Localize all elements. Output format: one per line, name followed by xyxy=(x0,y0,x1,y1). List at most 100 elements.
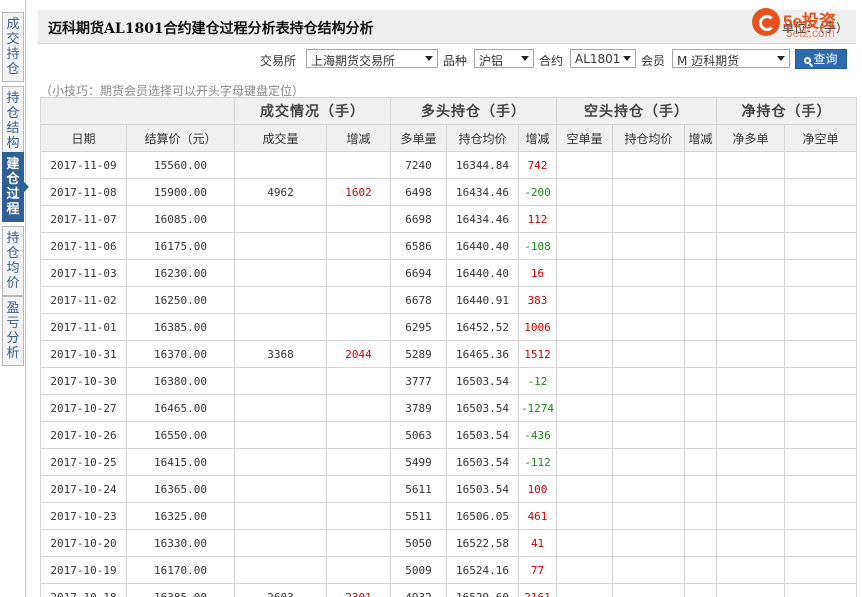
tab-trade-position[interactable]: 成交持仓 xyxy=(2,12,24,82)
cell-short-avg xyxy=(612,556,686,584)
cell-long-change: 461 xyxy=(517,502,558,530)
query-button[interactable]: 查询 xyxy=(795,49,847,69)
cell-settle-price: 15900.00 xyxy=(126,178,235,206)
col-header-long-avg: 持仓均价 xyxy=(446,124,519,152)
tab-position-structure[interactable]: 持仓结构 xyxy=(2,86,24,156)
cell-net-long xyxy=(716,340,786,368)
cell-volume xyxy=(234,448,327,476)
cell-short-change xyxy=(684,475,718,503)
cell-short-avg xyxy=(612,421,686,449)
col-header-short-qty: 空单量 xyxy=(556,124,614,152)
product-select[interactable]: 沪铝 xyxy=(474,49,534,68)
brand-logo[interactable]: 5e投资 5etz.com xyxy=(752,4,856,44)
cell-net-long xyxy=(716,502,786,530)
cell-long-change: -200 xyxy=(517,178,558,206)
cell-long-qty: 6694 xyxy=(390,259,447,287)
cell-short-avg xyxy=(612,286,686,314)
cell-short-change xyxy=(684,556,718,584)
cell-short-avg xyxy=(612,583,686,597)
exchange-value: 上海期货交易所 xyxy=(311,54,396,68)
cell-net-short xyxy=(784,475,858,503)
cell-short-qty xyxy=(556,502,614,530)
cell-settle-price: 15560.00 xyxy=(126,151,235,179)
cell-volume xyxy=(234,259,327,287)
cell-volume xyxy=(234,205,327,233)
cell-net-short xyxy=(784,448,858,476)
col-header-volume: 成交量 xyxy=(234,124,327,152)
cell-short-change xyxy=(684,340,718,368)
cell-short-avg xyxy=(612,259,686,287)
cell-long-avg: 16503.54 xyxy=(446,394,519,422)
col-header-volume-change: 增减 xyxy=(326,124,391,152)
cell-net-short xyxy=(784,367,858,395)
chevron-down-icon xyxy=(623,56,631,61)
cell-settle-price: 16385.00 xyxy=(126,313,235,341)
cell-net-short xyxy=(784,232,858,260)
cell-volume-change: 2044 xyxy=(326,340,391,368)
cell-net-long xyxy=(716,583,786,597)
cell-date: 2017-10-24 xyxy=(40,475,127,503)
cell-short-avg xyxy=(612,367,686,395)
cell-short-qty xyxy=(556,448,614,476)
cell-long-change: 2161 xyxy=(517,583,558,597)
table-row: 2017-11-03 16230.00 6694 16440.40 16 xyxy=(40,259,858,287)
cell-long-qty: 5499 xyxy=(390,448,447,476)
cell-long-qty: 5511 xyxy=(390,502,447,530)
cell-short-qty xyxy=(556,205,614,233)
member-select[interactable]: M 迈科期货 xyxy=(672,49,790,68)
table-row: 2017-10-23 16325.00 5511 16506.05 461 xyxy=(40,502,858,530)
tab-profit-loss[interactable]: 盈亏分析 xyxy=(2,296,24,366)
cell-volume: 3368 xyxy=(234,340,327,368)
tab-label: 持仓结构 xyxy=(6,91,20,151)
cell-long-qty: 6586 xyxy=(390,232,447,260)
group-header-trade: 成交情况（手） xyxy=(234,97,391,125)
cell-volume-change xyxy=(326,205,391,233)
chevron-down-icon xyxy=(521,56,529,61)
cell-short-avg xyxy=(612,475,686,503)
cell-settle-price: 16175.00 xyxy=(126,232,235,260)
cell-net-long xyxy=(716,151,786,179)
cell-net-long xyxy=(716,367,786,395)
cell-net-short xyxy=(784,205,858,233)
search-icon xyxy=(804,57,812,64)
cell-long-avg: 16503.54 xyxy=(446,448,519,476)
cell-date: 2017-11-03 xyxy=(40,259,127,287)
col-header-settle-price: 结算价（元） xyxy=(126,124,235,152)
chevron-down-icon xyxy=(777,56,785,61)
cell-volume xyxy=(234,367,327,395)
cell-volume xyxy=(234,529,327,557)
cell-long-qty: 5050 xyxy=(390,529,447,557)
cell-date: 2017-11-02 xyxy=(40,286,127,314)
cell-volume-change xyxy=(326,313,391,341)
cell-long-change: -12 xyxy=(517,367,558,395)
cell-long-avg: 16524.16 xyxy=(446,556,519,584)
cell-short-qty xyxy=(556,178,614,206)
cell-short-change xyxy=(684,178,718,206)
tab-building-process[interactable]: 建仓过程 xyxy=(2,152,29,222)
cell-volume-change xyxy=(326,232,391,260)
exchange-select[interactable]: 上海期货交易所 xyxy=(306,49,438,68)
exchange-label: 交易所 xyxy=(260,54,297,68)
contract-select[interactable]: AL1801 xyxy=(570,49,636,68)
cell-net-long xyxy=(716,394,786,422)
tab-average-price[interactable]: 持仓均价 xyxy=(2,226,24,296)
cell-volume xyxy=(234,151,327,179)
cell-long-change: -436 xyxy=(517,421,558,449)
cell-settle-price: 16380.00 xyxy=(126,367,235,395)
cell-date: 2017-10-19 xyxy=(40,556,127,584)
cell-short-avg xyxy=(612,313,686,341)
page-title: 迈科期货AL1801合约建仓过程分析表持仓结构分析 xyxy=(48,21,374,37)
table-row: 2017-10-20 16330.00 5050 16522.58 41 xyxy=(40,529,858,557)
cell-short-change xyxy=(684,502,718,530)
cell-short-avg xyxy=(612,205,686,233)
cell-volume-change xyxy=(326,367,391,395)
cell-volume-change: 1602 xyxy=(326,178,391,206)
chevron-down-icon xyxy=(425,56,433,61)
cell-net-short xyxy=(784,394,858,422)
cell-short-qty xyxy=(556,394,614,422)
cell-settle-price: 16385.00 xyxy=(126,583,235,597)
cell-volume-change xyxy=(326,286,391,314)
cell-long-qty: 5009 xyxy=(390,556,447,584)
cell-settle-price: 16230.00 xyxy=(126,259,235,287)
col-header-date: 日期 xyxy=(40,124,127,152)
